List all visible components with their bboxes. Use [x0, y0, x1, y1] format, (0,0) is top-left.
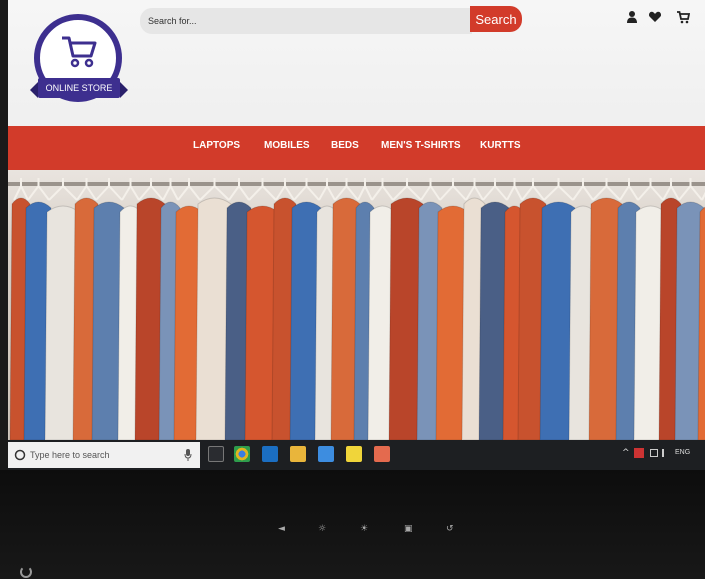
- hanger: [95, 178, 123, 201]
- microphone-icon[interactable]: [184, 449, 192, 461]
- back-icon[interactable]: ↺: [446, 524, 454, 534]
- nav-item-mens-tshirts[interactable]: MEN'S T-SHIRTS: [381, 140, 461, 151]
- photo-frame: ONLINE STORE Search LAPTOPS MOBILES BEDS…: [0, 0, 705, 579]
- hanger: [13, 178, 29, 201]
- photos-icon[interactable]: [318, 446, 334, 462]
- app-icon[interactable]: [374, 446, 390, 462]
- monitor-screen: ONLINE STORE Search LAPTOPS MOBILES BEDS…: [8, 0, 705, 470]
- menu-icon[interactable]: ◄: [278, 524, 285, 534]
- nav-item-mobiles[interactable]: MOBILES: [264, 140, 310, 151]
- brightness-down-icon[interactable]: ☼: [318, 524, 326, 534]
- monitor-bezel-left: [0, 0, 8, 470]
- search-button[interactable]: Search: [470, 6, 522, 32]
- hanger: [228, 178, 250, 201]
- network-icon[interactable]: [650, 449, 658, 457]
- hanger: [465, 178, 484, 201]
- file-explorer-icon[interactable]: [290, 446, 306, 462]
- hanger: [199, 178, 230, 201]
- hanger: [678, 178, 703, 201]
- heart-icon[interactable]: [648, 10, 662, 24]
- windows-taskbar: Type here to search ^ ENG: [8, 440, 705, 470]
- hanger: [439, 178, 467, 201]
- hanger: [275, 178, 295, 201]
- language-indicator[interactable]: ENG: [675, 449, 690, 456]
- taskbar-search-placeholder: Type here to search: [30, 450, 110, 460]
- search-input[interactable]: [140, 8, 472, 34]
- power-icon[interactable]: [20, 566, 32, 578]
- hanger: [162, 178, 179, 201]
- hanger: [248, 178, 277, 201]
- chrome-icon[interactable]: [234, 446, 250, 462]
- sticky-notes-icon[interactable]: [346, 446, 362, 462]
- nav-item-beds[interactable]: BEDS: [331, 140, 359, 151]
- shopping-cart-icon: [62, 36, 97, 68]
- tray-security-icon[interactable]: [634, 448, 644, 458]
- hanger: [318, 178, 336, 201]
- volume-icon[interactable]: [662, 449, 670, 457]
- cart-icon[interactable]: [676, 10, 690, 24]
- site-header: ONLINE STORE Search: [8, 0, 705, 134]
- hanger: [506, 178, 523, 201]
- hanger: [177, 178, 201, 201]
- input-source-icon[interactable]: ▣: [404, 524, 413, 534]
- user-icon[interactable]: [625, 10, 639, 24]
- hanger: [619, 178, 639, 201]
- hanger: [521, 178, 545, 201]
- taskbar-search-box[interactable]: Type here to search: [8, 442, 200, 468]
- hanger: [592, 178, 621, 201]
- logo-text: ONLINE STORE: [30, 78, 128, 98]
- hanger: [371, 178, 394, 201]
- hanger: [76, 178, 97, 201]
- hanger: [482, 178, 508, 201]
- hanger: [572, 178, 594, 201]
- nav-item-laptops[interactable]: LAPTOPS: [193, 140, 240, 151]
- task-view-icon[interactable]: [208, 446, 224, 462]
- hanger: [293, 178, 320, 201]
- hanger: [138, 178, 164, 201]
- hanger: [357, 178, 373, 201]
- hero-banner: [8, 170, 705, 440]
- clothing-rack-image: [9, 178, 705, 440]
- hanger: [637, 178, 664, 201]
- hanger: [392, 178, 422, 201]
- cortana-icon: [14, 449, 26, 461]
- tray-chevron-icon[interactable]: ^: [622, 448, 630, 458]
- hanger: [27, 178, 50, 201]
- hanger: [334, 178, 359, 201]
- brightness-up-icon[interactable]: ☀: [360, 524, 368, 534]
- category-nav: LAPTOPS MOBILES BEDS MEN'S T-SHIRTS KURT…: [8, 126, 705, 170]
- hanger: [48, 178, 78, 201]
- hanger: [121, 178, 140, 201]
- monitor-bezel: ◄ ☼ ☀ ▣ ↺: [0, 470, 705, 579]
- hanger: [662, 178, 680, 201]
- hanger: [420, 178, 441, 201]
- hanger: [543, 178, 574, 201]
- edge-icon[interactable]: [262, 446, 278, 462]
- nav-item-kurtts[interactable]: KURTTS: [480, 140, 521, 151]
